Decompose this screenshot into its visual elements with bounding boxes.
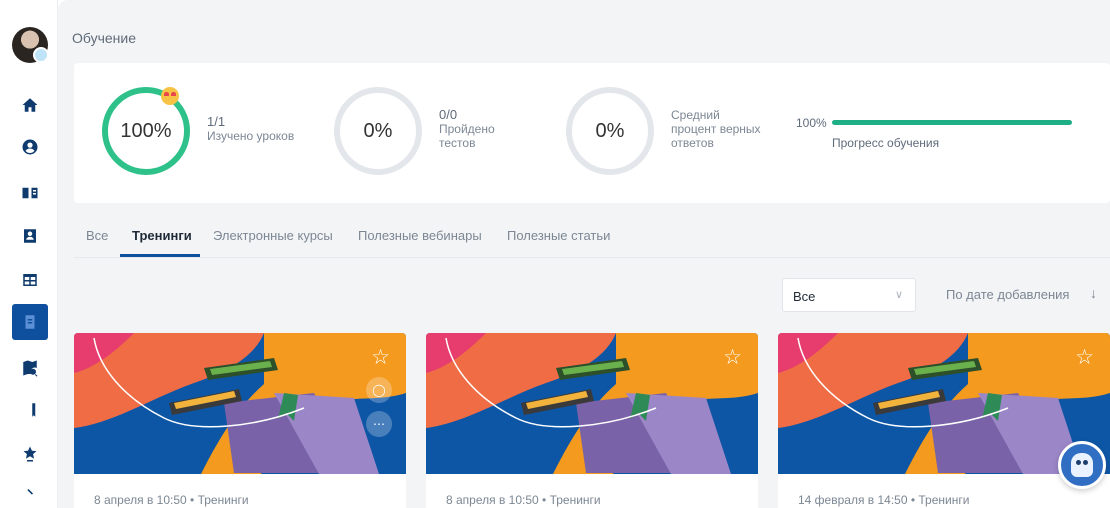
star-icon[interactable]: ☆ xyxy=(371,347,390,368)
answers-progress-ring: 0% xyxy=(566,87,654,175)
overall-progress-percent: 100% xyxy=(796,116,827,130)
map-search-icon[interactable] xyxy=(12,350,48,386)
page-title: Обучение xyxy=(72,30,137,46)
sort-arrow-down-icon[interactable]: ↓ xyxy=(1090,285,1097,301)
home-icon[interactable] xyxy=(12,87,48,123)
assistant-bot-button[interactable] xyxy=(1058,441,1106,489)
avatar-badge xyxy=(33,47,49,63)
training-card[interactable]: ☆ 14 февраля в 14:50 • Тренинги xyxy=(778,333,1110,508)
document-icon[interactable] xyxy=(12,304,48,340)
profile-icon[interactable] xyxy=(12,129,48,165)
overall-progress-bar xyxy=(832,120,1072,125)
tab-webinars[interactable]: Полезные вебинары xyxy=(358,228,482,243)
answers-label-line3: ответов xyxy=(671,136,714,150)
filter-select[interactable]: Все ∨ xyxy=(782,278,916,312)
active-tab-indicator xyxy=(120,254,200,257)
bookmark-icon[interactable] xyxy=(12,392,48,428)
lessons-stat: 1/1 Изучено уроков xyxy=(207,114,295,144)
overall-progress-fill xyxy=(832,120,1072,125)
chevron-down-icon: ∨ xyxy=(894,289,903,301)
answers-ring-value: 0% xyxy=(595,119,625,142)
tests-ring-value: 0% xyxy=(363,119,393,142)
lessons-count: 1/1 xyxy=(207,114,226,129)
contacts-icon[interactable] xyxy=(12,218,48,254)
star-icon[interactable]: ☆ xyxy=(723,347,742,368)
tests-progress-ring: 0% xyxy=(334,87,422,175)
stats-panel: 100% 1/1 Изучено уроков 0% 0/0 Пройдено … xyxy=(74,63,1110,203)
tab-trainings[interactable]: Тренинги xyxy=(132,228,192,243)
filter-select-value: Все xyxy=(793,289,816,304)
category-tabs: Все Тренинги Электронные курсы Полезные … xyxy=(74,218,1110,258)
card-meta: 8 апреля в 10:50 • Тренинги xyxy=(94,493,249,507)
award-icon[interactable] xyxy=(12,436,48,472)
main-content: Обучение 100% 1/1 Изучено уроков 0% 0/0 … xyxy=(58,0,1110,508)
sidebar xyxy=(0,0,58,508)
tab-e-courses[interactable]: Электронные курсы xyxy=(213,228,333,243)
tests-label-line2: тестов xyxy=(439,136,476,150)
more-nav-icon[interactable] xyxy=(12,474,48,508)
lessons-label: Изучено уроков xyxy=(207,129,295,143)
tab-articles[interactable]: Полезные статьи xyxy=(507,228,610,243)
more-icon[interactable]: ⋯ xyxy=(366,411,392,437)
training-card[interactable]: ☆ 8 апреля в 10:50 • Тренинги xyxy=(426,333,758,508)
lessons-ring-value: 100% xyxy=(120,119,172,142)
robot-icon xyxy=(1071,453,1093,477)
book-open-icon[interactable] xyxy=(12,175,48,211)
sort-button[interactable]: По дате добавления xyxy=(946,287,1069,302)
table-icon[interactable] xyxy=(12,262,48,298)
overall-progress-label: Прогресс обучения xyxy=(832,136,940,150)
tests-label-line1: Пройдено xyxy=(439,122,495,136)
card-cover-image xyxy=(74,333,406,474)
tests-stat: 0/0 Пройдено тестов xyxy=(439,107,495,151)
focus-icon[interactable]: ◯ xyxy=(366,377,392,403)
pencils-illustration xyxy=(74,333,406,474)
answers-label-line1: Средний xyxy=(671,108,720,122)
training-card[interactable]: ☆ ◯ ⋯ 8 апреля в 10:50 • Тренинги xyxy=(74,333,406,508)
card-meta: 14 февраля в 14:50 • Тренинги xyxy=(798,493,970,507)
pencils-illustration xyxy=(426,333,758,474)
answers-stat: Средний процент верных ответов xyxy=(671,108,761,150)
card-meta: 8 апреля в 10:50 • Тренинги xyxy=(446,493,601,507)
tab-all[interactable]: Все xyxy=(86,228,108,243)
answers-label-line2: процент верных xyxy=(671,122,761,136)
card-cover-image xyxy=(426,333,758,474)
star-icon[interactable]: ☆ xyxy=(1075,347,1094,368)
star-struck-emoji-icon xyxy=(161,87,179,105)
tests-count: 0/0 xyxy=(439,107,458,122)
